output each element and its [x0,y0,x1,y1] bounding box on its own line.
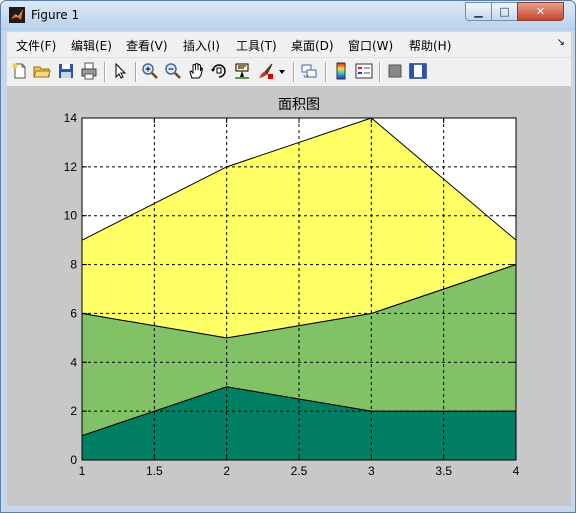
toolbar-separator [293,62,295,82]
print-icon[interactable] [80,62,98,80]
menu-tools[interactable]: 工具(T) [236,37,277,54]
show-plot-tools-icon[interactable] [409,62,427,80]
new-figure-icon[interactable] [11,62,29,80]
data-cursor-icon[interactable] [233,62,251,80]
menu-edit[interactable]: 编辑(E) [71,37,112,54]
pan-hand-icon[interactable] [187,62,205,80]
hide-plot-tools-icon[interactable] [386,62,404,80]
x-tick-label: 3.5 [435,464,452,478]
brush-icon[interactable] [257,62,275,80]
x-tick-label: 2.5 [291,464,308,478]
colorbar-icon[interactable] [332,62,350,80]
y-tick-label: 10 [64,209,78,223]
area-chart[interactable]: 1 1.5 2 2.5 3 3.5 4 0 2 4 6 8 10 12 14 面积图 [7,86,571,506]
x-tick-label: 1 [79,464,86,478]
close-button[interactable]: ✕ [517,2,564,21]
toolbar-separator [135,62,137,82]
pointer-icon[interactable] [111,62,129,80]
maximize-button[interactable]: □ [491,2,518,21]
zoom-in-icon[interactable] [141,62,159,80]
title-bar[interactable]: Figure 1 ▁ □ ✕ [1,1,575,31]
figure-window: Figure 1 ▁ □ ✕ 文件(F) 编辑(E) 查看(V) 插入(I) 工… [0,0,576,513]
menu-desktop[interactable]: 桌面(D) [291,37,334,54]
window-title: Figure 1 [31,8,80,22]
minimize-button[interactable]: ▁ [465,2,492,21]
y-tick-label: 4 [70,355,77,369]
x-tick-label: 3 [368,464,375,478]
y-tick-label: 2 [70,404,77,418]
figure-canvas: 1 1.5 2 2.5 3 3.5 4 0 2 4 6 8 10 12 14 面积图 [7,86,571,506]
brush-dropdown-icon[interactable] [277,62,287,80]
menu-view[interactable]: 查看(V) [126,37,168,54]
chart-title: 面积图 [278,97,320,113]
open-file-icon[interactable] [33,62,51,80]
menu-help[interactable]: 帮助(H) [409,37,451,54]
menu-file[interactable]: 文件(F) [16,37,56,54]
y-tick-label: 14 [64,111,78,125]
x-tick-label: 4 [513,464,520,478]
y-tick-label: 8 [70,258,77,272]
y-tick-label: 12 [64,160,78,174]
menu-insert[interactable]: 插入(I) [183,37,220,54]
window-bottom-border [1,506,575,512]
menu-bar: 文件(F) 编辑(E) 查看(V) 插入(I) 工具(T) 桌面(D) 窗口(W… [7,32,571,57]
link-plot-icon[interactable] [300,62,318,80]
x-tick-label: 1.5 [146,464,163,478]
x-tick-label: 2 [223,464,230,478]
y-tick-label: 6 [70,306,77,320]
zoom-out-icon[interactable] [164,62,182,80]
matlab-logo-icon [9,7,25,23]
toolbar-separator [325,62,327,82]
legend-icon[interactable] [355,62,373,80]
y-tick-label: 0 [70,453,77,467]
menu-window[interactable]: 窗口(W) [348,37,393,54]
save-icon[interactable] [57,62,75,80]
toolbar-separator [104,62,106,82]
menu-expand-icon[interactable]: ↘ [557,37,565,48]
rotate-3d-icon[interactable] [210,62,228,80]
toolbar-separator [379,62,381,82]
figure-toolbar [7,57,571,86]
